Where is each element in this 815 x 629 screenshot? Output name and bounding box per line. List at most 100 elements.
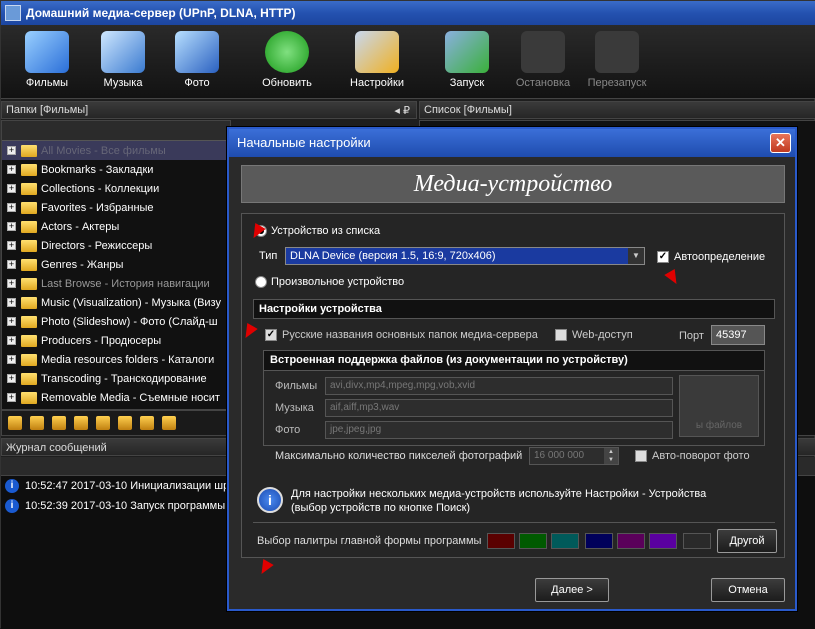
custom-device-radio[interactable]: Произвольное устройство — [255, 276, 404, 288]
save-icon[interactable] — [118, 416, 132, 430]
annotation-arrow — [256, 558, 274, 578]
port-field[interactable]: 45397 — [711, 325, 765, 345]
export-icon[interactable] — [140, 416, 154, 430]
settings-label: Настройки — [350, 77, 404, 89]
folder-icon — [21, 258, 37, 271]
tree-item[interactable]: + Media resources folders - Каталоги — [2, 350, 230, 369]
refresh-icon[interactable] — [96, 416, 110, 430]
checkbox-empty-icon — [555, 329, 567, 341]
max-pixels-label: Максимально количество пикселей фотограф… — [275, 450, 523, 462]
tree-item-label: Genres - Жанры — [41, 258, 124, 271]
expand-icon[interactable]: + — [7, 317, 16, 326]
expand-icon[interactable]: + — [7, 374, 16, 383]
films-extensions-field[interactable]: avi,divx,mp4,mpeg,mpg,vob,xvid — [325, 377, 673, 395]
custom-device-label: Произвольное устройство — [271, 276, 405, 288]
auto-rotate-checkbox[interactable]: Авто-поворот фото — [635, 450, 750, 462]
folder-icon[interactable] — [30, 416, 44, 430]
russian-names-checkbox[interactable]: ✓ Русские названия основных папок медиа-с… — [265, 329, 538, 341]
device-type-value: DLNA Device (версия 1.5, 16:9, 720x406) — [290, 250, 496, 262]
info-line-2: (выбор устройств по кнопке Поиск) — [291, 502, 471, 514]
tree-item[interactable]: + Collections - Коллекции — [2, 179, 230, 198]
expand-icon[interactable]: + — [7, 279, 16, 288]
pin-icon[interactable]: ◂ ₽ — [394, 104, 410, 117]
key-icon[interactable] — [162, 416, 176, 430]
expand-icon[interactable]: + — [7, 355, 16, 364]
tree-item-label: Last Browse - История навигации — [41, 277, 210, 290]
expand-icon[interactable]: + — [7, 260, 16, 269]
cancel-button[interactable]: Отмена — [711, 578, 785, 602]
tree-item[interactable]: + Directors - Режиссеры — [2, 236, 230, 255]
web-access-checkbox[interactable]: Web-доступ — [555, 329, 633, 341]
tree-item[interactable]: + All Movies - Все фильмы — [2, 141, 230, 160]
auto-detect-checkbox[interactable]: ✓ Автоопределение — [657, 251, 765, 263]
films-label: Фильмы — [25, 77, 69, 89]
palette-swatch[interactable] — [617, 533, 645, 549]
tree-item[interactable]: + Genres - Жанры — [2, 255, 230, 274]
tree-item[interactable]: + Removable Media - Съемные носит — [2, 388, 230, 407]
palette-swatch[interactable] — [551, 533, 579, 549]
stop-button[interactable]: Остановка — [507, 29, 579, 97]
expand-icon[interactable]: + — [7, 298, 16, 307]
add-folder-icon[interactable] — [8, 416, 22, 430]
palette-swatch[interactable] — [683, 533, 711, 549]
close-button[interactable]: ✕ — [770, 133, 791, 153]
settings-button[interactable]: Настройки — [341, 29, 413, 97]
start-button[interactable]: Запуск — [431, 29, 503, 97]
expand-icon[interactable]: + — [7, 146, 16, 155]
device-type-select[interactable]: DLNA Device (версия 1.5, 16:9, 720x406) ▼ — [285, 247, 645, 265]
expand-icon[interactable]: + — [7, 184, 16, 193]
dropdown-arrow-icon[interactable]: ▼ — [628, 248, 644, 264]
settings-icon[interactable] — [52, 416, 66, 430]
tree-item[interactable]: + Transcoding - Транскодирование — [2, 369, 230, 388]
max-pixels-spinner[interactable]: 16 000 000 ▲ ▼ — [529, 447, 619, 465]
expand-icon[interactable]: + — [7, 393, 16, 402]
music-button[interactable]: Музыка — [87, 29, 159, 97]
folder-icon — [21, 144, 37, 157]
folder-icon — [21, 201, 37, 214]
photo-label: Фото — [184, 77, 210, 89]
device-from-list-radio[interactable]: Устройство из списка — [255, 225, 380, 237]
photo-extensions-field[interactable]: jpe,jpeg,jpg — [325, 421, 673, 439]
restart-icon — [595, 31, 639, 73]
palette-swatch[interactable] — [519, 533, 547, 549]
tree-item[interactable]: + Bookmarks - Закладки — [2, 160, 230, 179]
palette-swatch[interactable] — [487, 533, 515, 549]
folder-tree[interactable]: + All Movies - Все фильмы + Bookmarks - За… — [1, 120, 231, 410]
photo-button[interactable]: Фото — [161, 29, 233, 97]
refresh-button[interactable]: Обновить — [251, 29, 323, 97]
folder-icon — [21, 239, 37, 252]
photo-field-label: Фото — [275, 424, 301, 436]
spinner-arrows-icon[interactable]: ▲ ▼ — [604, 448, 618, 464]
tree-item[interactable]: + Photo (Slideshow) - Фото (Слайд-ш — [2, 312, 230, 331]
expand-icon[interactable]: + — [7, 165, 16, 174]
expand-icon[interactable]: + — [7, 241, 16, 250]
other-palette-button[interactable]: Другой — [717, 529, 777, 553]
tree-item-label: Directors - Режиссеры — [41, 239, 153, 252]
palette-label: Выбор палитры главной формы программы — [257, 535, 482, 547]
tree-item[interactable]: + Last Browse - История навигации — [2, 274, 230, 293]
expand-icon[interactable]: + — [7, 203, 16, 212]
palette-swatch[interactable] — [585, 533, 613, 549]
russian-names-label: Русские названия основных папок медиа-се… — [282, 329, 538, 341]
folder-icon — [21, 277, 37, 290]
tree-toolbar — [1, 410, 231, 436]
expand-icon[interactable]: + — [7, 222, 16, 231]
refresh-icon — [265, 31, 309, 73]
films-button[interactable]: Фильмы — [11, 29, 83, 97]
expand-icon[interactable]: + — [7, 336, 16, 345]
films-icon — [25, 31, 69, 73]
tree-item[interactable]: + Favorites - Избранные — [2, 198, 230, 217]
dialog-title-bar: Начальные настройки — [229, 129, 795, 157]
grid-icon[interactable] — [74, 416, 88, 430]
tree-item-label: Favorites - Избранные — [41, 201, 154, 214]
tree-item[interactable]: + Producers - Продюсеры — [2, 331, 230, 350]
window-title: Домашний медиа-сервер (UPnP, DLNA, HTTP) — [26, 6, 296, 20]
tree-item[interactable]: + Music (Visualization) - Музыка (Визу — [2, 293, 230, 312]
tree-item-label: Producers - Продюсеры — [41, 334, 162, 347]
restart-button[interactable]: Перезапуск — [581, 29, 653, 97]
palette-swatch[interactable] — [649, 533, 677, 549]
tree-item[interactable]: + Actors - Актеры — [2, 217, 230, 236]
next-button[interactable]: Далее > — [535, 578, 609, 602]
music-extensions-field[interactable]: aif,aiff,mp3,wav — [325, 399, 673, 417]
tree-item-label: Collections - Коллекции — [41, 182, 160, 195]
